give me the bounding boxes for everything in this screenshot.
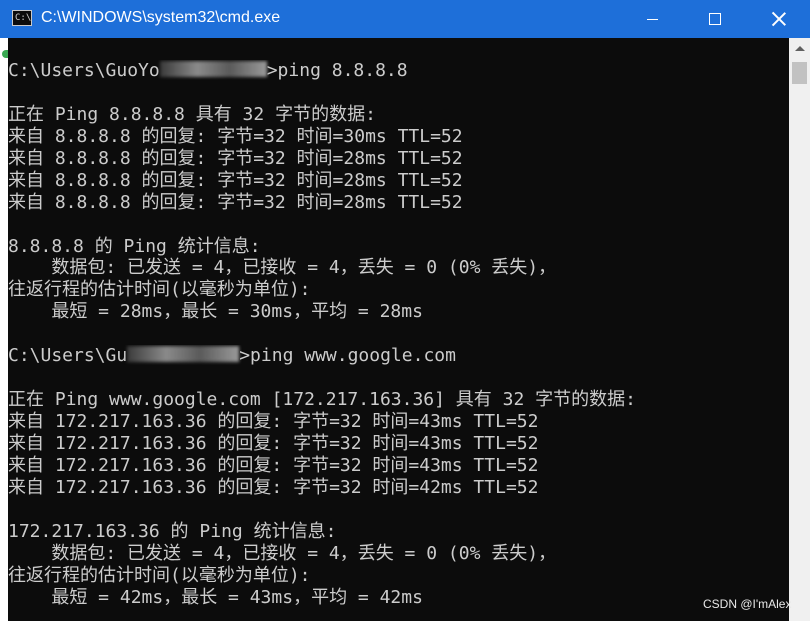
scroll-up-button[interactable] [789,38,810,59]
cmd-window: C:\ C:\WINDOWS\system32\cmd.exe C:\Users… [0,0,810,621]
console-line: 最短 = 42ms，最长 = 43ms，平均 = 42ms [8,586,423,608]
maximize-icon [709,13,721,25]
console-line: 8.8.8.8 的 Ping 统计信息: [8,235,261,257]
scroll-thumb[interactable] [792,62,807,84]
console-line: 来自 172.217.163.36 的回复: 字节=32 时间=43ms TTL… [8,454,539,476]
console-line: 来自 8.8.8.8 的回复: 字节=32 时间=28ms TTL=52 [8,169,463,191]
close-button[interactable] [756,0,802,38]
console-line: 正在 Ping 8.8.8.8 具有 32 字节的数据: [8,103,376,125]
console-line: 正在 Ping www.google.com [172.217.163.36] … [8,389,636,411]
background-window-edge [0,38,8,621]
console-line: 来自 172.217.163.36 的回复: 字节=32 时间=42ms TTL… [8,476,539,498]
console-line: 来自 8.8.8.8 的回复: 字节=32 时间=28ms TTL=52 [8,191,463,213]
console-line: 来自 8.8.8.8 的回复: 字节=32 时间=30ms TTL=52 [8,125,463,147]
console-output[interactable]: C:\Users\GuoYo >ping 8.8.8.8 正在 Ping 8.8.… [8,60,789,608]
console-line: 往返行程的估计时间(以毫秒为单位): [8,564,311,586]
console-line: 来自 172.217.163.36 的回复: 字节=32 时间=43ms TTL… [8,411,539,432]
console-line: 来自 172.217.163.36 的回复: 字节=32 时间=43ms TTL… [8,432,539,454]
window-title: C:\WINDOWS\system32\cmd.exe [41,9,281,26]
console-line: 往返行程的估计时间(以毫秒为单位): [8,279,311,301]
close-icon [772,12,786,26]
console-line: 数据包: 已发送 = 4，已接收 = 4，丢失 = 0 (0% 丢失)， [8,542,557,564]
chevron-up-icon [794,46,805,51]
console-line: 来自 8.8.8.8 的回复: 字节=32 时间=28ms TTL=52 [8,147,463,169]
minimize-button[interactable] [629,0,675,38]
vertical-scrollbar[interactable] [789,38,810,621]
prompt-line: C:\Users\Gu >ping www.google.com [8,345,456,367]
prompt-line: C:\Users\GuoYo >ping 8.8.8.8 [8,60,408,81]
redacted-username [127,346,240,363]
redacted-username [159,61,267,77]
minimize-icon [646,18,658,20]
console-line: 172.217.163.36 的 Ping 统计信息: [8,520,337,542]
background-app-icon [2,50,8,58]
maximize-button[interactable] [692,0,738,38]
cmd-app-icon[interactable]: C:\ [12,10,32,26]
title-bar[interactable]: C:\ C:\WINDOWS\system32\cmd.exe [0,0,810,38]
console-line: 数据包: 已发送 = 4，已接收 = 4，丢失 = 0 (0% 丢失)， [8,257,557,279]
console-line: 最短 = 28ms，最长 = 30ms，平均 = 28ms [8,301,423,323]
watermark: CSDN @I'mAlex [703,597,792,611]
